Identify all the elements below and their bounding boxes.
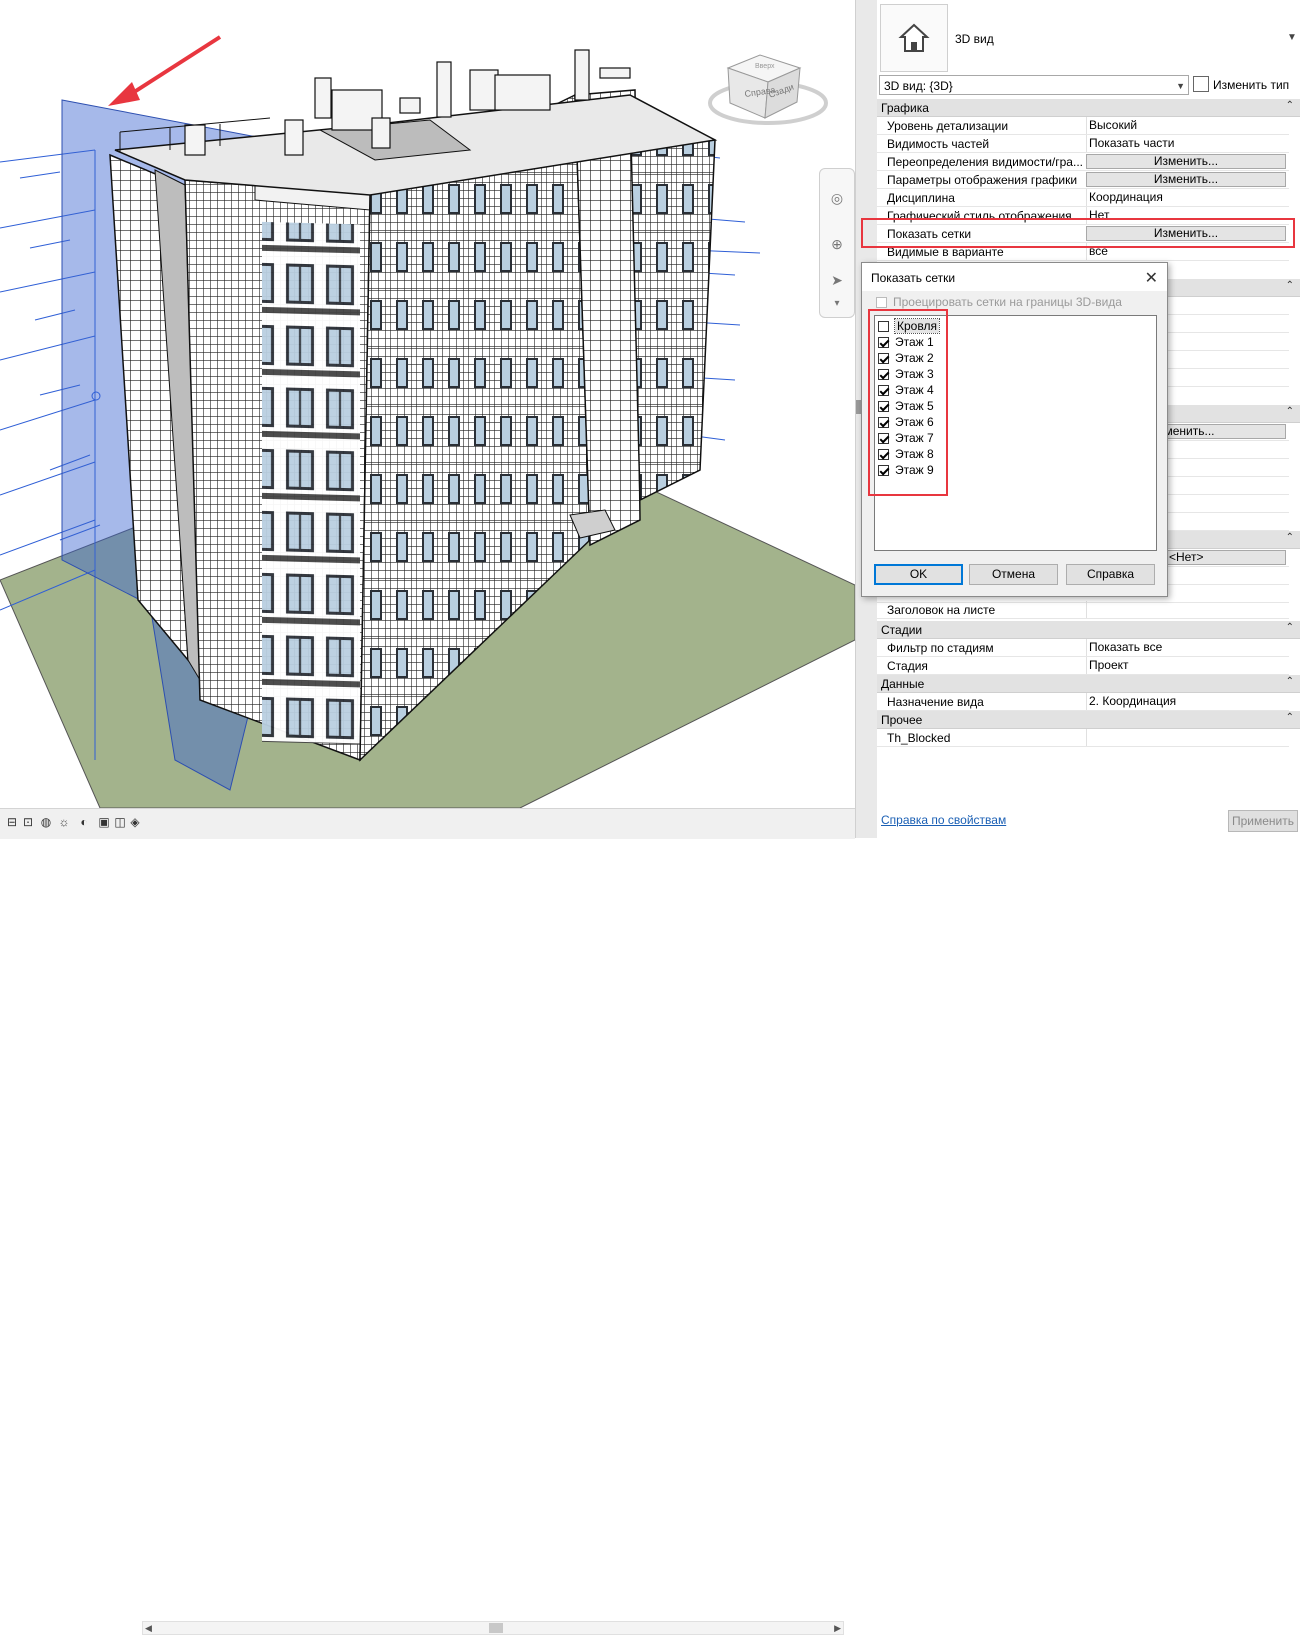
nav-options-chevron-icon[interactable]: ▾ [826,293,848,315]
group-data-label: Данные [881,677,925,691]
row-discipline[interactable]: Дисциплина Координация [877,189,1289,207]
scroll-thumb[interactable] [489,1623,503,1633]
apply-button[interactable]: Применить [1228,810,1298,832]
scroll-left-icon[interactable]: ◀ [145,1622,152,1634]
edit-visibility-button[interactable]: Изменить... [1086,154,1286,169]
dialog-title: Показать сетки [871,271,956,285]
row-label: Параметры отображения графики [887,173,1078,187]
properties-help-link[interactable]: Справка по свойствам [881,813,1006,827]
row-label: Уровень детализации [887,119,1009,133]
row-label: Видимость частей [887,137,990,151]
3d-viewport[interactable]: Справа Сзади Вверх ◎ ⊕ ➤ ▾ [0,0,855,808]
row-phase-filter[interactable]: Фильтр по стадиям Показать все [877,639,1289,657]
ok-button[interactable]: OK [874,564,963,585]
group-stages-label: Стадии [881,623,923,637]
model-canvas[interactable]: Справа Сзади Вверх [0,0,855,808]
viewcube-top-face[interactable]: Вверх [755,63,775,70]
collapse-icon[interactable]: ⌃ [1286,406,1294,417]
collapse-icon[interactable]: ⌃ [1286,676,1294,687]
row-th-blocked[interactable]: Th_Blocked [877,729,1289,747]
shadows-icon[interactable]: ◐ [77,815,91,829]
annotation-arrow [108,35,222,106]
show-grids-highlight [861,218,1295,248]
cancel-button[interactable]: Отмена [969,564,1058,585]
row-label: Назначение вида [887,695,984,709]
row-value[interactable]: Проект [1086,657,1289,674]
row-detail-level[interactable]: Уровень детализации Высокий [877,117,1289,135]
edit-type-label: Изменить тип [1213,78,1290,92]
reveal-hidden-icon[interactable]: ◈ [128,815,142,829]
row-label: Заголовок на листе [887,603,996,617]
type-thumbnail[interactable] [880,4,948,72]
group-graphics[interactable]: Графика ⌃ [877,99,1300,117]
scale-icon[interactable]: ⊟ [5,815,19,829]
row-label: Th_Blocked [887,731,951,745]
zoom-region-icon[interactable]: ⊕ [826,233,848,255]
group-stages[interactable]: Стадии ⌃ [877,621,1300,639]
project-grids-label: Проецировать сетки на границы 3D-вида [893,295,1122,309]
row-label: Переопределения видимости/гра... [887,155,1083,169]
detail-level-icon[interactable]: ⊡ [21,815,35,829]
row-value[interactable]: Высокий [1086,117,1289,134]
instance-filter-value: 3D вид: {3D} [884,79,953,93]
temporary-hide-icon[interactable]: ◫ [113,815,127,829]
collapse-icon[interactable]: ⌃ [1286,622,1294,633]
steering-wheel-icon[interactable]: ◎ [826,187,848,209]
row-value[interactable] [1086,601,1289,618]
row-value[interactable]: Координация [1086,189,1289,206]
row-graphic-display[interactable]: Параметры отображения графики Изменить... [877,171,1289,189]
building-right-wing [629,98,716,502]
dialog-titlebar[interactable]: Показать сетки ✕ [862,263,1167,291]
view-control-bar: ⊟ ⊡ ◍ ☼ ◐ ▣ ◫ ◈ ◀ ▶ [0,808,855,1635]
project-grids-checkbox: Проецировать сетки на границы 3D-вида [876,295,1122,309]
house-icon [898,23,930,52]
group-other-label: Прочее [881,713,923,727]
crop-view-icon[interactable]: ▣ [97,815,111,829]
edit-type-button[interactable]: Изменить тип [1193,74,1289,96]
sun-path-icon[interactable]: ☼ [57,815,71,829]
navigation-bar: ◎ ⊕ ➤ ▾ [819,168,855,318]
type-selector-label[interactable]: 3D вид [955,32,994,46]
close-icon[interactable]: ✕ [1145,268,1158,288]
checkbox-icon [876,297,887,308]
group-data[interactable]: Данные ⌃ [877,675,1300,693]
horizontal-scrollbar[interactable]: ◀ ▶ [142,1621,844,1635]
visual-style-icon[interactable]: ◍ [39,815,53,829]
collapse-icon[interactable]: ⌃ [1286,712,1294,723]
group-graphics-label: Графика [881,101,929,115]
edit-graphic-display-button[interactable]: Изменить... [1086,172,1286,187]
edit-type-icon [1193,76,1209,92]
row-sheet-title[interactable]: Заголовок на листе [877,601,1289,619]
scroll-right-icon[interactable]: ▶ [834,1622,841,1634]
levels-highlight [868,309,948,496]
group-other[interactable]: Прочее ⌃ [877,711,1300,729]
row-visibility-overrides[interactable]: Переопределения видимости/гра... Изменить… [877,153,1289,171]
row-value[interactable]: Показать части [1086,135,1289,152]
navigate-icon[interactable]: ➤ [826,269,848,291]
type-selector-chevron-icon[interactable]: ▼ [1287,32,1297,43]
row-value[interactable]: Показать все [1086,639,1289,656]
row-value[interactable]: 2. Координация [1086,693,1289,710]
row-view-purpose[interactable]: Назначение вида 2. Координация [877,693,1289,711]
row-value[interactable] [1086,729,1289,746]
row-label: Дисциплина [887,191,955,205]
instance-filter-select[interactable]: 3D вид: {3D} ▼ [879,75,1189,95]
collapse-icon[interactable]: ⌃ [1286,532,1294,543]
collapse-icon[interactable]: ⌃ [1286,100,1294,111]
viewcube[interactable]: Справа Сзади Вверх [708,54,828,125]
chevron-down-icon: ▼ [1176,81,1185,91]
help-button[interactable]: Справка [1066,564,1155,585]
row-label: Стадия [887,659,928,673]
show-grids-dialog: Показать сетки ✕ Проецировать сетки на г… [861,262,1168,597]
collapse-icon[interactable]: ⌃ [1286,280,1294,291]
row-label: Фильтр по стадиям [887,641,994,655]
row-phase[interactable]: Стадия Проект [877,657,1289,675]
row-parts-visibility[interactable]: Видимость частей Показать части [877,135,1289,153]
